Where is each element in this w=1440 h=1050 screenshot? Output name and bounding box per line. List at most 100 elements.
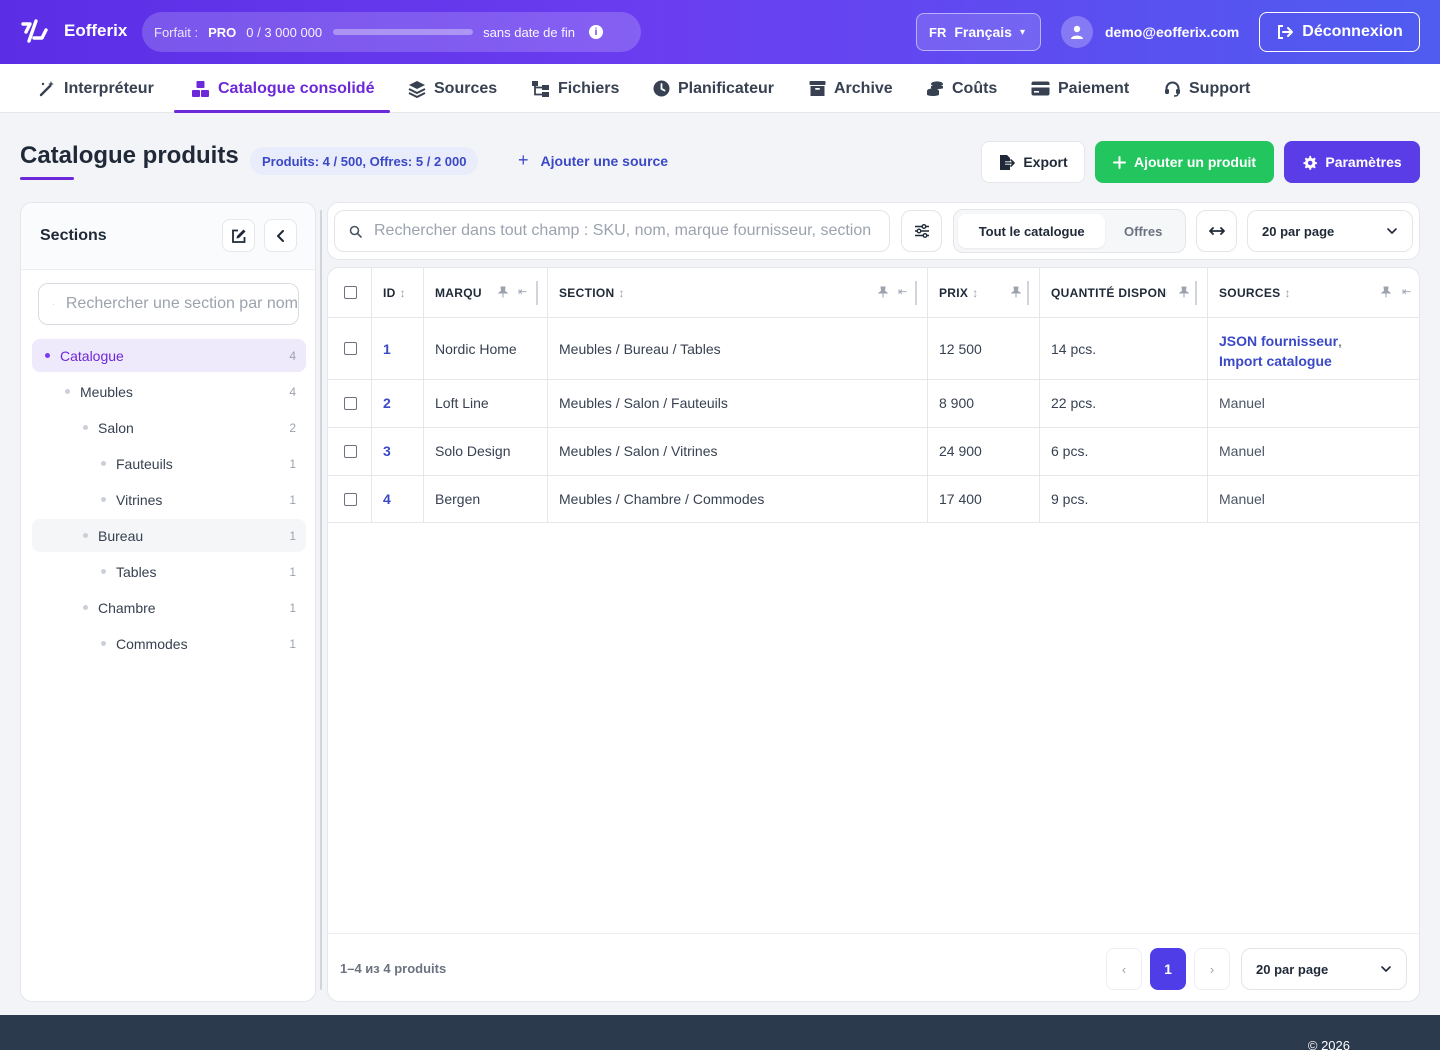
edit-sections-button[interactable] bbox=[222, 219, 255, 252]
plan-badge: Forfait : PRO 0 / 3 000 000 sans date de… bbox=[142, 12, 641, 52]
tree-item[interactable]: Tables 1 bbox=[32, 555, 306, 588]
tree-item[interactable]: Meubles 4 bbox=[32, 375, 306, 408]
sources-cell: Manuel bbox=[1219, 395, 1265, 411]
nav-label: Paiement bbox=[1058, 79, 1130, 97]
sliders-icon bbox=[914, 224, 929, 238]
product-id-link[interactable]: 3 bbox=[383, 443, 391, 459]
chevron-down-icon bbox=[1381, 966, 1391, 972]
price-cell: 8 900 bbox=[939, 395, 975, 411]
column-header-sources[interactable]: SOURCES ↕ bbox=[1219, 268, 1291, 318]
source-link[interactable]: Import catalogue bbox=[1219, 353, 1332, 369]
sidebar-title: Sections bbox=[40, 227, 107, 244]
column-resizer[interactable] bbox=[1027, 281, 1029, 305]
prev-page-button[interactable]: ‹ bbox=[1106, 948, 1142, 990]
bullet-icon bbox=[101, 569, 106, 574]
add-product-button[interactable]: Ajouter un produit bbox=[1095, 141, 1274, 183]
user-menu[interactable]: demo@eofferix.com bbox=[1061, 16, 1239, 48]
info-icon[interactable]: i bbox=[588, 25, 603, 39]
boxes-icon bbox=[192, 80, 209, 97]
tree-item[interactable]: Catalogue 4 bbox=[32, 339, 306, 372]
tree-item-label: Bureau bbox=[98, 527, 144, 544]
nav-item-planificateur[interactable]: Planificateur bbox=[653, 64, 774, 113]
tree-item[interactable]: Vitrines 1 bbox=[32, 483, 306, 516]
row-checkbox[interactable] bbox=[344, 342, 357, 355]
column-resizer[interactable] bbox=[915, 281, 917, 305]
collapse-column-icon[interactable]: ⇤ bbox=[898, 285, 907, 298]
add-source-link[interactable]: + Ajouter une source bbox=[518, 150, 668, 171]
table-row[interactable]: 4 Bergen Meubles / Chambre / Commodes 17… bbox=[328, 476, 1419, 523]
tree-item[interactable]: Bureau 1 bbox=[32, 519, 306, 552]
product-id-link[interactable]: 2 bbox=[383, 395, 391, 411]
scope-offres-tab[interactable]: Offres bbox=[1105, 214, 1181, 248]
select-all-checkbox[interactable] bbox=[344, 286, 357, 299]
fit-columns-button[interactable] bbox=[1196, 210, 1237, 252]
column-header-section[interactable]: SECTION ↕ bbox=[559, 268, 625, 318]
export-button[interactable]: Export bbox=[981, 141, 1085, 183]
filters-button[interactable] bbox=[901, 210, 942, 252]
user-email: demo@eofferix.com bbox=[1105, 24, 1240, 40]
column-header-quantity[interactable]: QUANTITÉ DISPONIBLE bbox=[1051, 268, 1167, 318]
next-page-button[interactable]: › bbox=[1194, 948, 1230, 990]
pin-icon[interactable] bbox=[498, 286, 508, 298]
pin-icon[interactable] bbox=[1011, 286, 1021, 298]
tree-item[interactable]: Fauteuils 1 bbox=[32, 447, 306, 480]
product-id-link[interactable]: 1 bbox=[383, 341, 391, 357]
column-header-brand[interactable]: MARQU bbox=[435, 268, 490, 318]
app-name: Eofferix bbox=[64, 21, 128, 40]
caret-down-icon: ▾ bbox=[1019, 26, 1025, 38]
column-header-price[interactable]: PRIX ↕ bbox=[939, 268, 979, 318]
per-page-select-bottom[interactable]: 20 par page bbox=[1241, 948, 1407, 990]
nav-item-sources[interactable]: Sources bbox=[408, 64, 497, 113]
pin-icon[interactable] bbox=[1381, 286, 1391, 298]
sources-cell: Manuel bbox=[1219, 491, 1265, 507]
tree-item[interactable]: Salon 2 bbox=[32, 411, 306, 444]
source-link[interactable]: JSON fournisseur bbox=[1219, 333, 1338, 349]
plan-tier: PRO bbox=[208, 24, 237, 40]
collapse-sidebar-button[interactable] bbox=[264, 219, 297, 252]
nav-label: Interpréteur bbox=[64, 79, 154, 97]
row-checkbox[interactable] bbox=[344, 445, 357, 458]
plan-usage: 0 / 3 000 000 bbox=[246, 24, 323, 40]
language-selector[interactable]: FR Français ▾ bbox=[916, 13, 1041, 51]
collapse-column-icon[interactable]: ⇤ bbox=[518, 285, 527, 298]
nav-item-couts[interactable]: Coûts bbox=[926, 64, 997, 113]
column-resizer[interactable] bbox=[1195, 281, 1197, 305]
column-header-id[interactable]: ID ↕ bbox=[383, 268, 406, 318]
arrows-horizontal-icon bbox=[1208, 227, 1225, 235]
nav-item-support[interactable]: Support bbox=[1164, 64, 1250, 113]
product-id-link[interactable]: 4 bbox=[383, 491, 391, 507]
column-resizer[interactable] bbox=[536, 281, 538, 305]
logout-button[interactable]: Déconnexion bbox=[1259, 12, 1420, 52]
table-row[interactable]: 1 Nordic Home Meubles / Bureau / Tables … bbox=[328, 319, 1419, 380]
table-toolbar: Rechercher dans tout champ : SKU, nom, m… bbox=[327, 202, 1420, 260]
page-1-button[interactable]: 1 bbox=[1150, 948, 1186, 990]
section-search-input[interactable]: Rechercher une section par nom bbox=[38, 283, 299, 325]
results-count: 1–4 из 4 produits bbox=[340, 961, 447, 976]
export-label: Export bbox=[1023, 154, 1068, 170]
pin-icon[interactable] bbox=[1179, 286, 1189, 298]
table-row[interactable]: 3 Solo Design Meubles / Salon / Vitrines… bbox=[328, 428, 1419, 476]
resize-handle[interactable] bbox=[320, 210, 322, 990]
nav-item-paiement[interactable]: Paiement bbox=[1031, 64, 1129, 113]
app-logo[interactable]: Eofferix bbox=[20, 18, 127, 44]
settings-button[interactable]: Paramètres bbox=[1284, 141, 1420, 183]
language-code: FR bbox=[929, 24, 947, 40]
global-search-input[interactable]: Rechercher dans tout champ : SKU, nom, m… bbox=[334, 210, 890, 252]
tree-item[interactable]: Commodes 1 bbox=[32, 627, 306, 660]
nav-item-catalogue[interactable]: Catalogue consolidé bbox=[174, 64, 390, 113]
pin-icon[interactable] bbox=[878, 286, 888, 298]
collapse-column-icon[interactable]: ⇤ bbox=[1402, 285, 1411, 298]
row-checkbox[interactable] bbox=[344, 397, 357, 410]
file-tree-icon bbox=[532, 80, 549, 97]
row-checkbox[interactable] bbox=[344, 493, 357, 506]
nav-label: Coûts bbox=[952, 79, 998, 97]
nav-item-interpreteur[interactable]: Interpréteur bbox=[38, 64, 154, 113]
scope-catalogue-tab[interactable]: Tout le catalogue bbox=[958, 214, 1106, 248]
nav-item-fichiers[interactable]: Fichiers bbox=[531, 64, 619, 113]
nav-item-archive[interactable]: Archive bbox=[809, 64, 893, 113]
table-row[interactable]: 2 Loft Line Meubles / Salon / Fauteuils … bbox=[328, 380, 1419, 428]
per-page-select-top[interactable]: 20 par page bbox=[1247, 210, 1413, 252]
global-search-placeholder: Rechercher dans tout champ : SKU, nom, m… bbox=[374, 222, 872, 239]
brand-cell: Solo Design bbox=[435, 443, 511, 459]
tree-item[interactable]: Chambre 1 bbox=[32, 591, 306, 624]
